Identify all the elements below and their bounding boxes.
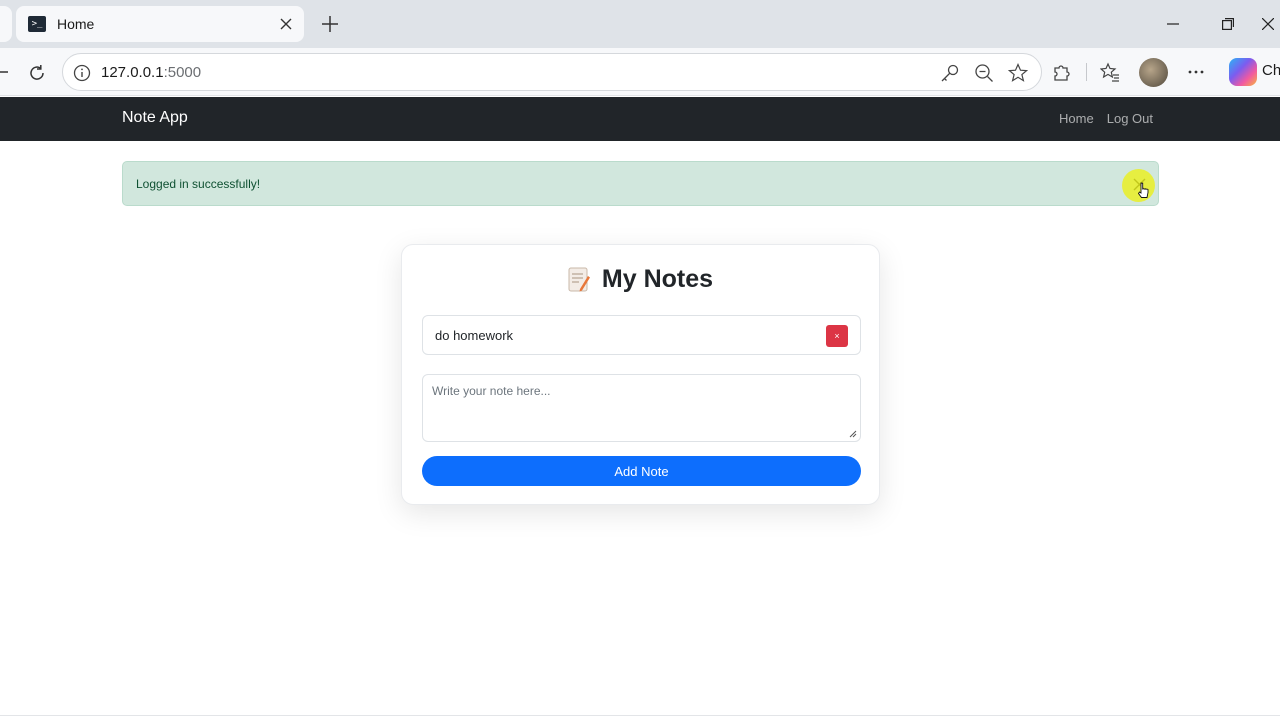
window-bottom-edge	[0, 715, 1280, 716]
zoom-out-icon	[975, 64, 993, 82]
tab-title: Home	[57, 16, 95, 32]
mouse-pointer-icon	[1137, 182, 1149, 198]
reload-icon	[30, 65, 44, 80]
page-title: My Notes	[601, 265, 714, 293]
back-button[interactable]	[0, 63, 8, 81]
favorites-icon	[1100, 62, 1119, 82]
terminal-icon: >_	[28, 16, 46, 32]
app-navbar: Note App Home Log Out	[0, 97, 1280, 141]
zoom-button[interactable]	[973, 62, 995, 84]
password-key-button[interactable]	[939, 62, 961, 84]
plus-icon	[322, 16, 338, 32]
back-arrow-icon	[0, 71, 8, 73]
more-menu-button[interactable]	[1184, 60, 1208, 84]
toolbar-divider	[1086, 63, 1087, 81]
copilot-label[interactable]: Ch	[1262, 62, 1280, 79]
delete-note-button[interactable]: ×	[826, 325, 848, 347]
minimize-icon	[1167, 23, 1179, 25]
profile-avatar[interactable]	[1139, 58, 1168, 87]
add-note-button[interactable]: Add Note	[422, 456, 861, 486]
navbar-brand[interactable]: Note App	[122, 109, 188, 127]
browser-toolbar: 127.0.0.1:5000 Ch	[0, 48, 1280, 96]
alert-message: Logged in successfully!	[136, 177, 261, 191]
puzzle-icon	[1054, 65, 1070, 81]
favorites-button[interactable]	[1098, 60, 1122, 84]
favorite-button[interactable]	[1007, 62, 1029, 84]
reload-button[interactable]	[24, 60, 50, 86]
notes-card: My Notes do homework × Write your note h…	[401, 244, 880, 505]
card-header: My Notes	[402, 265, 879, 294]
nav-link-home[interactable]: Home	[1059, 111, 1094, 126]
nav-link-logout[interactable]: Log Out	[1107, 111, 1153, 126]
url-text: 127.0.0.1:5000	[101, 64, 202, 81]
tab-home[interactable]: >_ Home	[16, 6, 304, 42]
close-icon	[280, 18, 292, 30]
minimize-button[interactable]	[1153, 8, 1193, 40]
more-icon	[1188, 70, 1204, 74]
restore-button[interactable]	[1208, 8, 1248, 40]
star-icon	[1008, 63, 1028, 82]
note-item: do homework ×	[422, 315, 861, 355]
success-alert: Logged in successfully!	[122, 161, 1159, 206]
nav-links: Home Log Out	[1059, 111, 1153, 126]
close-window-icon	[1262, 18, 1274, 30]
resize-handle-icon[interactable]	[849, 430, 857, 438]
note-text: do homework	[435, 328, 514, 343]
address-bar[interactable]: 127.0.0.1:5000	[62, 53, 1042, 91]
browser-tabstrip: >_ Home	[0, 0, 1280, 48]
key-icon	[941, 64, 959, 82]
restore-icon	[1222, 18, 1234, 30]
textarea-placeholder: Write your note here...	[432, 384, 551, 398]
tab-close-button[interactable]	[274, 12, 298, 36]
close-window-button[interactable]	[1262, 8, 1280, 40]
memo-icon	[568, 267, 590, 291]
copilot-icon[interactable]	[1229, 58, 1257, 86]
new-tab-button[interactable]	[316, 10, 344, 38]
note-textarea[interactable]: Write your note here...	[422, 374, 861, 442]
info-icon[interactable]	[73, 64, 91, 82]
previous-tab-edge[interactable]	[0, 6, 12, 42]
extensions-button[interactable]	[1049, 60, 1073, 84]
